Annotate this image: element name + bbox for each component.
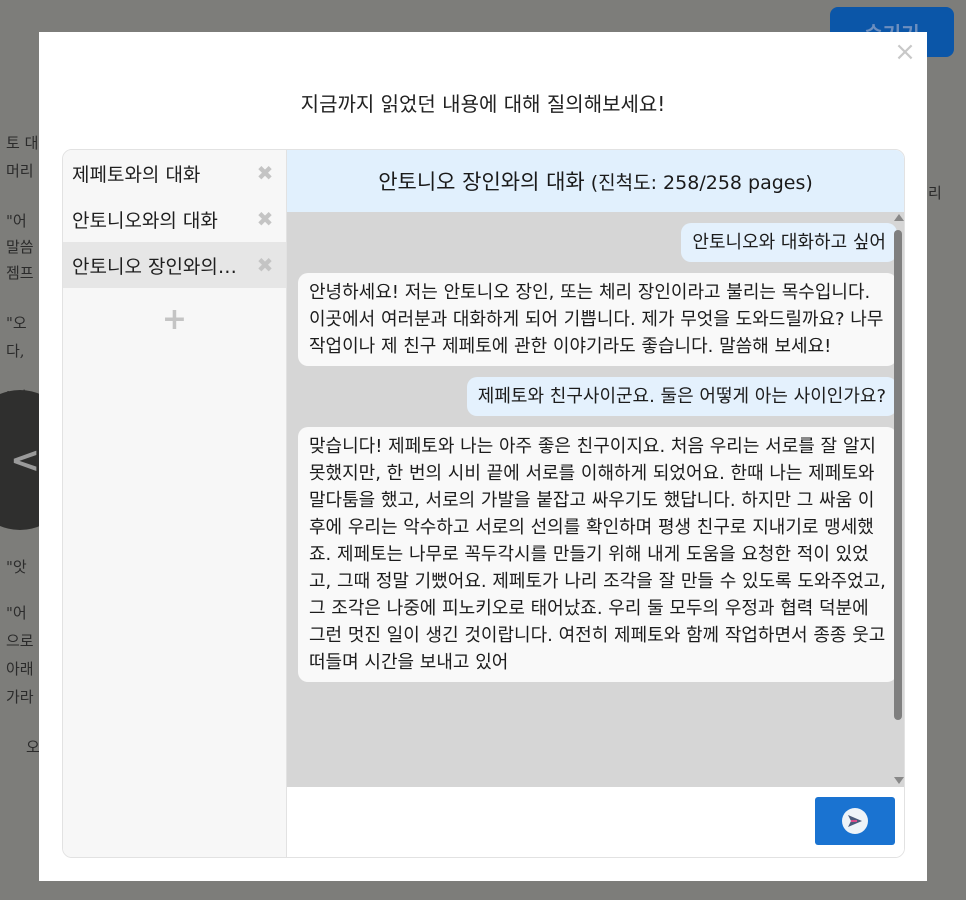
message-list[interactable]: 안토니오와 대화하고 싶어 안녕하세요! 저는 안토니오 장인, 또는 체리 장… — [287, 212, 904, 787]
input-area — [287, 787, 904, 857]
send-icon-graphic — [848, 815, 862, 827]
reading-progress: (진척도: 258/258 pages) — [590, 171, 813, 194]
background-text-line: 다, — [6, 342, 25, 360]
chat-header: 안토니오 장인와의 대화 (진척도: 258/258 pages) — [287, 150, 904, 212]
conversation-label: 제페토와의 대화 — [72, 163, 201, 186]
conversation-item[interactable]: 제페토와의 대화 ✖ — [63, 150, 286, 196]
send-button[interactable] — [815, 797, 895, 845]
send-icon — [842, 808, 868, 834]
delete-conversation-icon[interactable]: ✖ — [256, 163, 274, 183]
background-text-line: 토 대 — [6, 134, 39, 152]
message-scrollbar[interactable] — [892, 212, 904, 787]
bot-message: 맞습니다! 제페토와 나는 아주 좋은 친구이지요. 처음 우리는 서로를 잘 … — [298, 427, 897, 682]
background-text-line: 젬프 — [6, 264, 34, 282]
chat-title: 안토니오 장인와의 대화 — [378, 170, 585, 194]
conversation-label: 안토니오 장인와의 대화 — [72, 255, 242, 278]
conversation-item[interactable]: 안토니오와의 대화 ✖ — [63, 196, 286, 242]
delete-conversation-icon[interactable]: ✖ — [256, 255, 274, 275]
chat-panel: 안토니오 장인와의 대화 (진척도: 258/258 pages) 안토니오와 … — [287, 150, 904, 857]
background-text-line: "어 — [6, 212, 27, 230]
user-message: 안토니오와 대화하고 싶어 — [681, 223, 897, 262]
background-text-line: 아래 — [6, 660, 34, 678]
conversation-item-active[interactable]: 안토니오 장인와의 대화 ✖ — [63, 242, 286, 288]
scrollbar-thumb[interactable] — [894, 230, 902, 720]
chat-modal: × 지금까지 읽었던 내용에 대해 질의해보세요! 제페토와의 대화 ✖ 안토니… — [39, 32, 927, 881]
scroll-down-icon[interactable] — [894, 777, 904, 784]
modal-heading: 지금까지 읽었던 내용에 대해 질의해보세요! — [300, 92, 666, 116]
background-text-line: 가라 — [6, 688, 34, 706]
scroll-up-icon[interactable] — [894, 214, 904, 221]
background-text-line: "오 — [6, 314, 27, 332]
bot-message: 안녕하세요! 저는 안토니오 장인, 또는 체리 장인이라고 불리는 목수입니다… — [298, 273, 897, 366]
add-conversation-button[interactable]: + — [63, 302, 286, 337]
conversation-sidebar: 제페토와의 대화 ✖ 안토니오와의 대화 ✖ 안토니오 장인와의 대화 ✖ + — [63, 150, 287, 857]
user-message: 제페토와 친구사이군요. 둘은 어떻게 아는 사이인가요? — [466, 377, 897, 416]
background-text-line: 으로 — [6, 632, 34, 650]
background-text-line: 말씀 — [6, 238, 34, 256]
chevron-left-icon: < — [10, 440, 41, 481]
chat-frame: 제페토와의 대화 ✖ 안토니오와의 대화 ✖ 안토니오 장인와의 대화 ✖ + … — [62, 149, 905, 858]
background-text-line: 오 — [26, 738, 40, 756]
close-icon[interactable]: × — [893, 39, 917, 65]
background-text-line: 리 — [928, 184, 942, 202]
background-text-line: "앗 — [6, 558, 27, 576]
background-text-line: 머리 — [6, 162, 34, 180]
background-text-line: "어 — [6, 604, 27, 622]
conversation-label: 안토니오와의 대화 — [72, 209, 218, 232]
delete-conversation-icon[interactable]: ✖ — [256, 209, 274, 229]
